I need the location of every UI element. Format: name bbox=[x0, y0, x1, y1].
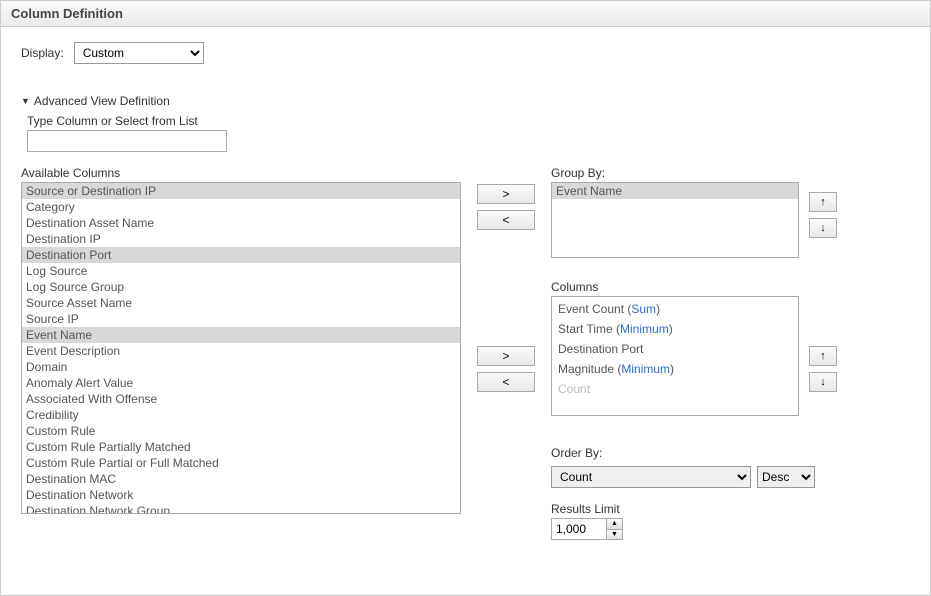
add-to-groupby-button[interactable]: > bbox=[477, 184, 535, 204]
results-limit-label: Results Limit bbox=[551, 502, 910, 516]
columns-move-up-button[interactable]: ↑ bbox=[809, 346, 837, 366]
list-item[interactable]: Source IP bbox=[22, 311, 460, 327]
list-item[interactable]: Destination Network bbox=[22, 487, 460, 503]
results-limit-down-button[interactable]: ▼ bbox=[607, 530, 622, 540]
panel-title: Column Definition bbox=[1, 1, 930, 27]
list-item[interactable]: Associated With Offense bbox=[22, 391, 460, 407]
list-item[interactable]: Event Description bbox=[22, 343, 460, 359]
list-item[interactable]: Destination Port bbox=[552, 339, 798, 359]
orderby-direction-select[interactable]: Desc bbox=[757, 466, 815, 488]
display-select[interactable]: Custom bbox=[74, 42, 204, 64]
orderby-label: Order By: bbox=[551, 446, 910, 460]
list-item[interactable]: Log Source Group bbox=[22, 279, 460, 295]
list-item[interactable]: Custom Rule bbox=[22, 423, 460, 439]
list-item[interactable]: Event Name bbox=[552, 183, 798, 199]
column-definition-panel: Column Definition Display: Custom ▼ Adva… bbox=[0, 0, 931, 596]
list-item[interactable]: Custom Rule Partial or Full Matched bbox=[22, 455, 460, 471]
results-limit-input[interactable] bbox=[552, 519, 606, 539]
columns-list[interactable]: Event Count (Sum)Start Time (Minimum)Des… bbox=[551, 296, 799, 416]
display-row: Display: Custom bbox=[21, 42, 910, 64]
groupby-move-up-button[interactable]: ↑ bbox=[809, 192, 837, 212]
disclosure-triangle-icon: ▼ bbox=[21, 97, 30, 106]
list-item[interactable]: Source Asset Name bbox=[22, 295, 460, 311]
list-item[interactable]: Destination IP bbox=[22, 231, 460, 247]
groupby-move-down-button[interactable]: ↓ bbox=[809, 218, 837, 238]
add-to-columns-button[interactable]: > bbox=[477, 346, 535, 366]
list-item[interactable]: Category bbox=[22, 199, 460, 215]
list-item[interactable]: Event Name bbox=[22, 327, 460, 343]
type-column-label: Type Column or Select from List bbox=[27, 114, 910, 128]
groupby-list[interactable]: Event Name bbox=[551, 182, 799, 258]
list-item[interactable]: Credibility bbox=[22, 407, 460, 423]
list-item[interactable]: Destination Asset Name bbox=[22, 215, 460, 231]
available-columns-label: Available Columns bbox=[21, 166, 461, 180]
results-limit-up-button[interactable]: ▲ bbox=[607, 519, 622, 530]
list-item[interactable]: Anomaly Alert Value bbox=[22, 375, 460, 391]
list-item[interactable]: Count bbox=[552, 379, 798, 399]
list-item[interactable]: Magnitude (Minimum) bbox=[552, 359, 798, 379]
advanced-view-toggle[interactable]: ▼ Advanced View Definition bbox=[21, 94, 910, 108]
groupby-label: Group By: bbox=[551, 166, 910, 180]
columns-label: Columns bbox=[551, 280, 910, 294]
list-item[interactable]: Log Source bbox=[22, 263, 460, 279]
list-item[interactable]: Destination MAC bbox=[22, 471, 460, 487]
orderby-field-select[interactable]: Count bbox=[551, 466, 751, 488]
list-item[interactable]: Start Time (Minimum) bbox=[552, 319, 798, 339]
list-item[interactable]: Destination Network Group bbox=[22, 503, 460, 514]
available-columns-list[interactable]: Source or Destination IPCategoryDestinat… bbox=[21, 182, 461, 514]
advanced-view-label: Advanced View Definition bbox=[34, 94, 170, 108]
columns-move-down-button[interactable]: ↓ bbox=[809, 372, 837, 392]
list-item[interactable]: Event Count (Sum) bbox=[552, 299, 798, 319]
list-item[interactable]: Domain bbox=[22, 359, 460, 375]
list-item[interactable]: Source or Destination IP bbox=[22, 183, 460, 199]
remove-from-groupby-button[interactable]: < bbox=[477, 210, 535, 230]
display-label: Display: bbox=[21, 46, 64, 60]
type-column-input[interactable] bbox=[27, 130, 227, 152]
results-limit-spinner[interactable]: ▲ ▼ bbox=[551, 518, 623, 540]
type-column-section: Type Column or Select from List bbox=[27, 114, 910, 152]
list-item[interactable]: Destination Port bbox=[22, 247, 460, 263]
remove-from-columns-button[interactable]: < bbox=[477, 372, 535, 392]
list-item[interactable]: Custom Rule Partially Matched bbox=[22, 439, 460, 455]
